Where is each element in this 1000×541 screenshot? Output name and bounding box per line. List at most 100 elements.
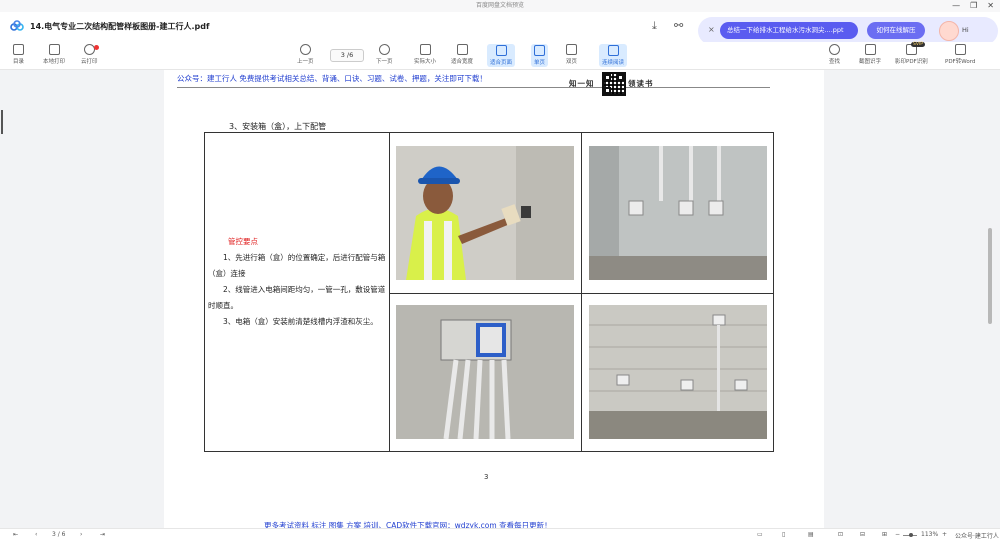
zoom-slider-knob[interactable] bbox=[909, 533, 913, 537]
continuous-read-button[interactable]: 连续阅读 bbox=[599, 44, 628, 67]
status-bar: ⇤ ‹ 3 / 6 › ⇥ ▭ ▯ ▤ ⊡ ⊟ ⊞ − 113% + 公众号·建… bbox=[0, 528, 1000, 541]
next-page-icon[interactable]: › bbox=[80, 531, 82, 538]
fit-page-icon bbox=[495, 45, 507, 56]
close-banner-icon[interactable]: × bbox=[708, 25, 715, 34]
prev-page-icon[interactable]: ‹ bbox=[35, 531, 37, 538]
scan-pdf-ocr-label: 影印PDF识别 bbox=[895, 59, 928, 65]
scrollbar-thumb[interactable] bbox=[988, 228, 992, 324]
screenshot-ocr-button[interactable]: 截图识字 bbox=[859, 44, 881, 65]
prev-page-label: 上一页 bbox=[297, 59, 314, 65]
next-page-label: 下一页 bbox=[376, 59, 393, 65]
double-page-label: 双页 bbox=[566, 59, 578, 65]
photo-conduits-into-panel bbox=[396, 305, 574, 439]
photo-wall-switch-boxes bbox=[589, 146, 767, 280]
document-page: 公众号：建工行人 免费提供考试相关总结、背诵、口诀、习题、试卷、押题，关注即可下… bbox=[164, 70, 824, 530]
view-mode-icon[interactable]: ▯ bbox=[782, 531, 785, 538]
photo-block-wall-boxes bbox=[589, 305, 767, 439]
close-icon[interactable]: ✕ bbox=[987, 0, 994, 12]
left-rail bbox=[0, 70, 8, 528]
toc-icon bbox=[13, 44, 24, 55]
assistant-greeting: Hi bbox=[962, 26, 969, 34]
pdf-to-word-icon bbox=[954, 44, 966, 55]
share-icon[interactable]: ⚯ bbox=[674, 19, 683, 32]
fit-icon[interactable]: ⊞ bbox=[882, 531, 887, 538]
table-divider bbox=[581, 133, 582, 451]
page-indicator[interactable]: 3 /6 bbox=[330, 49, 364, 62]
last-page-icon[interactable]: ⇥ bbox=[100, 531, 105, 538]
promo-header-text: 公众号：建工行人 免费提供考试相关总结、背诵、口诀、习题、试卷、押题，关注即可下… bbox=[177, 74, 487, 83]
online-unzip-button[interactable]: 如何在线解压 bbox=[867, 22, 925, 39]
fit-icon[interactable]: ⊟ bbox=[860, 531, 865, 538]
actual-size-label: 实际大小 bbox=[414, 59, 437, 65]
qr-corner bbox=[604, 87, 611, 94]
table-divider bbox=[389, 133, 390, 451]
view-mode-icon[interactable]: ▤ bbox=[808, 531, 814, 538]
window-controls: — ❐ ✕ bbox=[952, 0, 994, 12]
content-table: 管控要点 1、先进行箱（盒）的位置确定，后进行配管与箱（盒）连接 2、线管进入电… bbox=[204, 132, 774, 452]
actual-size-button[interactable]: 实际大小 bbox=[414, 44, 436, 65]
control-points-title: 管控要点 bbox=[228, 237, 258, 246]
minimize-icon[interactable]: — bbox=[952, 0, 960, 12]
zoom-level: 113% bbox=[921, 531, 939, 538]
promo-banner[interactable]: × 总结一下给排水工程给水污水洞尖....ppt 如何在线解压 Hi bbox=[698, 17, 998, 45]
promo-file-chip[interactable]: 总结一下给排水工程给水污水洞尖....ppt bbox=[720, 22, 858, 39]
next-page-icon bbox=[378, 44, 390, 55]
pdf-to-word-button[interactable]: PDF转Word bbox=[945, 44, 975, 65]
table-divider bbox=[390, 293, 774, 294]
app-header: 14.电气专业二次结构配管样板图册-建工行人.pdf ⤓ ⚯ × 总结一下给排水… bbox=[0, 12, 1000, 45]
fit-width-button[interactable]: 适合宽度 bbox=[451, 44, 473, 65]
single-page-icon bbox=[534, 45, 545, 56]
page-header-rule bbox=[177, 87, 770, 88]
qr-corner bbox=[604, 74, 611, 81]
svip-badge: SVIP bbox=[911, 42, 925, 47]
local-print-button[interactable]: 本地打印 bbox=[43, 44, 65, 65]
block-wall-illustration bbox=[589, 305, 767, 439]
fit-width-icon bbox=[456, 44, 468, 55]
view-mode-icon[interactable]: ▭ bbox=[757, 531, 763, 538]
viewer-toolbar: 目录 本地打印 云打印 上一页 3 /6 下一页 实际大小 适合宽度 适合页面 … bbox=[0, 42, 1000, 70]
first-page-icon[interactable]: ⇤ bbox=[13, 531, 18, 538]
cloud-printer-icon bbox=[83, 44, 95, 55]
double-page-button[interactable]: 双页 bbox=[566, 44, 577, 65]
next-page-button[interactable]: 下一页 bbox=[376, 44, 393, 65]
toc-label: 目录 bbox=[13, 59, 25, 65]
vertical-scrollbar[interactable] bbox=[988, 70, 992, 528]
page-number: 3 bbox=[484, 473, 489, 481]
conduits-illustration bbox=[396, 305, 574, 439]
control-point-item: 1、先进行箱（盒）的位置确定，后进行配管与箱（盒）连接 bbox=[208, 253, 386, 278]
worker-photo-illustration bbox=[396, 146, 574, 280]
search-icon bbox=[829, 44, 840, 55]
fit-page-button[interactable]: 适合页面 bbox=[487, 44, 516, 67]
assistant-avatar[interactable] bbox=[939, 21, 959, 41]
window-titlebar: 百度网盘文档预览 — ❐ ✕ bbox=[0, 0, 1000, 12]
scan-pdf-ocr-button[interactable]: 影印PDF识别 bbox=[895, 44, 928, 65]
notification-badge bbox=[94, 45, 99, 50]
fit-page-label: 适合页面 bbox=[490, 60, 513, 66]
control-point-item: 3、电箱（盒）安装前清楚线槽内浮渣和灰尘。 bbox=[223, 317, 378, 326]
brand-text-left: 知一知 bbox=[569, 79, 595, 88]
section-heading: 3、安装箱（盒），上下配管 bbox=[229, 122, 327, 131]
cloud-print-label: 云打印 bbox=[81, 59, 98, 65]
zoom-in-icon[interactable]: + bbox=[942, 531, 947, 538]
single-page-label: 单页 bbox=[534, 60, 546, 66]
actual-size-icon bbox=[419, 44, 431, 55]
fit-icon[interactable]: ⊡ bbox=[838, 531, 843, 538]
toc-button[interactable]: 目录 bbox=[13, 44, 24, 65]
single-page-button[interactable]: 单页 bbox=[531, 44, 549, 67]
sidebar-toggle-handle[interactable] bbox=[1, 110, 3, 134]
qr-code-icon bbox=[602, 72, 626, 96]
prev-page-button[interactable]: 上一页 bbox=[297, 44, 314, 65]
control-point-item: 2、线管进入电箱间距均匀，一管一孔，敷设管道时顺直。 bbox=[208, 285, 386, 310]
restore-icon[interactable]: ❐ bbox=[970, 0, 977, 12]
find-button[interactable]: 查找 bbox=[829, 44, 840, 65]
printer-icon bbox=[48, 44, 60, 55]
screenshot-ocr-label: 截图识字 bbox=[859, 59, 882, 65]
download-icon[interactable]: ⤓ bbox=[652, 19, 657, 33]
pdf-to-word-label: PDF转Word bbox=[945, 59, 976, 65]
photo-worker-installing-box bbox=[396, 146, 574, 280]
double-page-icon bbox=[566, 44, 577, 55]
zoom-out-icon[interactable]: − bbox=[895, 531, 900, 538]
status-page-indicator[interactable]: 3 / 6 bbox=[52, 531, 65, 538]
baidu-netdisk-logo-icon bbox=[10, 20, 24, 31]
continuous-read-label: 连续阅读 bbox=[602, 60, 625, 66]
